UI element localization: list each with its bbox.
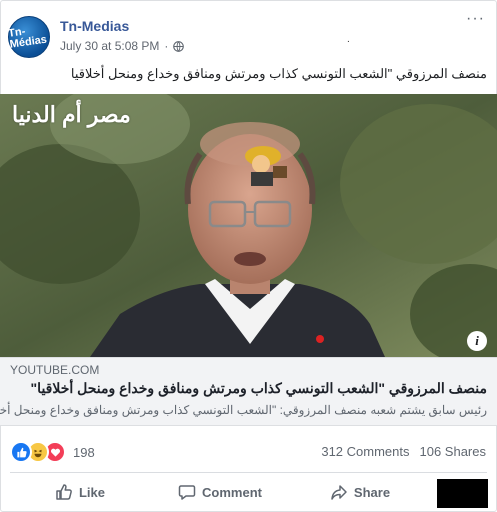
video-watermark: مصر أم الدنيا <box>12 102 131 127</box>
link-title[interactable]: منصف المرزوقي "الشعب التونسي كذاب ومرتش … <box>31 380 487 397</box>
share-button[interactable]: Share <box>290 476 430 508</box>
link-domain: YOUTUBE.COM <box>10 363 100 377</box>
stray-mark: . <box>347 34 350 45</box>
more-options-icon[interactable]: ··· <box>466 10 485 28</box>
comment-icon <box>178 485 196 500</box>
like-label: Like <box>78 484 105 500</box>
info-icon[interactable]: i <box>467 331 487 351</box>
share-label: Share <box>353 484 391 500</box>
post-caption: منصف المرزوقي "الشعب التونسي كذاب ومرتش … <box>70 66 487 81</box>
video-frame-image <box>0 94 497 357</box>
comment-button[interactable]: Comment <box>150 476 290 508</box>
page-avatar[interactable]: Tn-Médias <box>8 16 50 58</box>
meta-separator: · <box>164 39 169 53</box>
comment-label: Comment <box>202 484 262 500</box>
comments-count-link[interactable]: 312 Comments <box>321 444 409 459</box>
post-meta: July 30 at 5:08 PM · <box>60 39 185 53</box>
action-bar: Like Comment Share <box>10 476 430 508</box>
shares-count-link[interactable]: 106 Shares <box>420 444 487 459</box>
actions-divider <box>10 472 487 473</box>
reaction-count[interactable]: 198 <box>73 445 95 460</box>
avatar-logo-text: Tn-Médias <box>7 25 48 51</box>
post-timestamp[interactable]: July 30 at 5:08 PM <box>60 39 159 53</box>
link-preview[interactable]: YOUTUBE.COM منصف المرزوقي "الشعب التونسي… <box>0 357 497 426</box>
page-name-link[interactable]: Tn-Medias <box>60 18 129 34</box>
like-button[interactable]: Like <box>10 476 150 508</box>
globe-icon[interactable] <box>173 40 185 52</box>
engagement-stats: 312 Comments 106 Shares <box>321 444 486 459</box>
redaction-box <box>437 479 488 508</box>
like-reaction-icon <box>10 441 32 463</box>
video-thumbnail[interactable]: مصر أم الدنيا i <box>0 94 497 357</box>
thumbs-up-icon <box>56 484 72 500</box>
share-arrow-icon <box>331 485 347 500</box>
reaction-summary[interactable]: 198 <box>10 441 95 463</box>
link-description: رئيس سابق يشتم شعبه منصف المرزوقي: "الشع… <box>0 403 487 417</box>
